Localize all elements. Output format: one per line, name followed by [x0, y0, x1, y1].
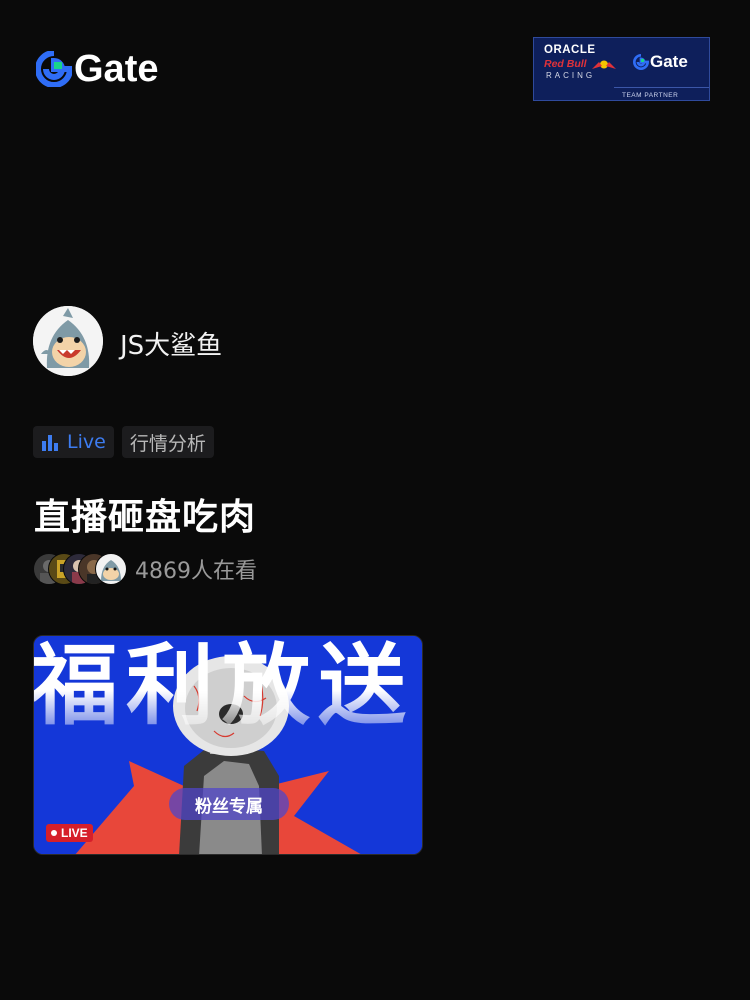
team-partner-label: TEAM PARTNER [622, 92, 679, 99]
stream-tags: Live 行情分析 [33, 426, 214, 458]
bar-chart-icon [42, 435, 58, 451]
live-tag: Live [33, 426, 114, 458]
gate-mini-icon [633, 54, 649, 70]
racing-label: RACING [546, 71, 596, 80]
live-badge-label: LIVE [61, 826, 88, 840]
viewer-count: 4869人在看 [135, 559, 257, 584]
partner-gate-logo: Gate [633, 52, 688, 72]
topic-tag-label: 行情分析 [129, 432, 206, 455]
streamer-name[interactable]: JS大鲨鱼 [120, 325, 222, 362]
redbull-bulls-icon [592, 60, 616, 69]
live-tag-label: Live [67, 431, 106, 453]
oracle-label: ORACLE [544, 44, 596, 56]
gate-logo[interactable]: Gate [36, 50, 158, 88]
cover-headline: 福利放送 [34, 640, 414, 732]
viewer-avatar-stack [33, 553, 129, 585]
brand-name: Gate [74, 48, 159, 90]
shark-avatar-icon [33, 306, 103, 376]
fans-only-pill: 粉丝专属 [169, 788, 289, 820]
gate-logo-icon [36, 51, 72, 87]
live-badge: LIVE [46, 824, 93, 842]
stream-cover[interactable]: 福利放送 粉丝专属 LIVE [33, 635, 423, 855]
live-dot-icon [51, 830, 57, 836]
redbull-label: Red Bull [544, 58, 587, 70]
team-partner-badge: ORACLE Red Bull RACING Gate TEAM PARTNER [533, 37, 710, 101]
streamer-avatar[interactable] [33, 306, 103, 376]
viewer-info: 4869人在看 [33, 553, 257, 585]
topic-tag[interactable]: 行情分析 [121, 426, 214, 458]
viewer-avatar [95, 553, 127, 585]
stream-title: 直播砸盘吃肉 [34, 497, 257, 538]
partner-gate-text: Gate [650, 52, 688, 71]
